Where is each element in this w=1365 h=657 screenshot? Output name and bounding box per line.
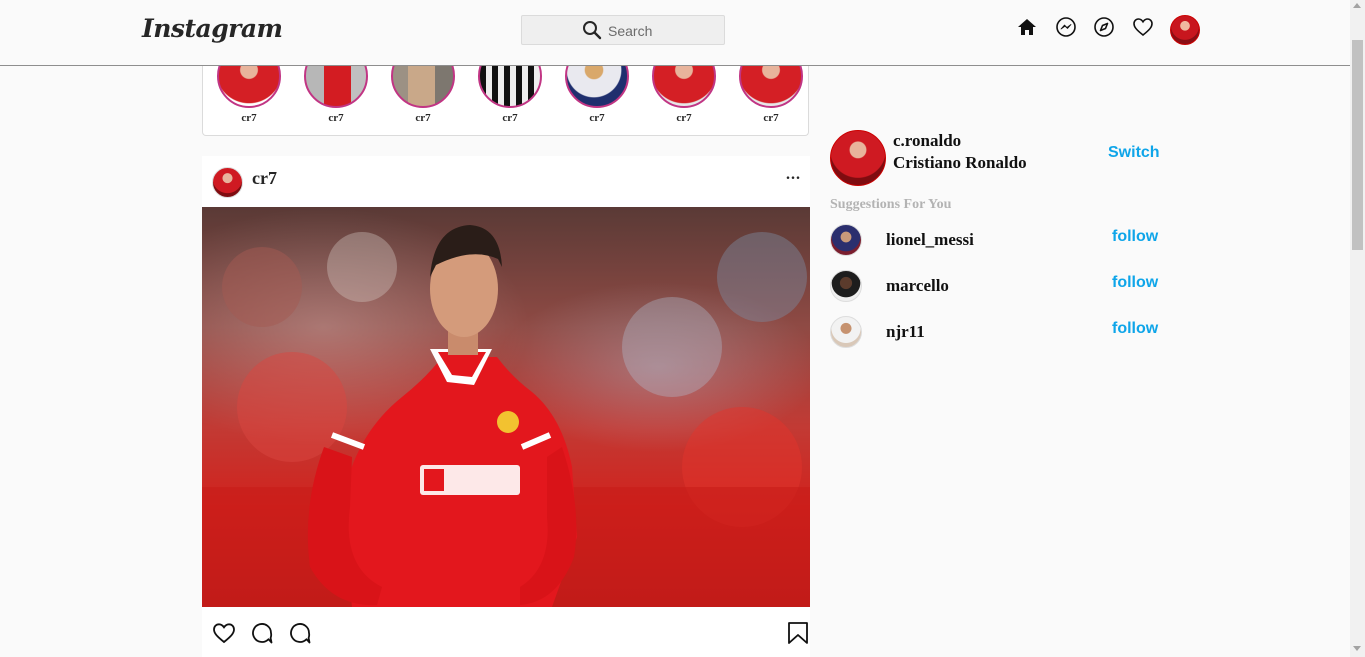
explore-icon[interactable] — [1093, 16, 1115, 38]
suggestion-avatar[interactable] — [830, 224, 862, 256]
story-label: cr7 — [328, 112, 344, 124]
suggestion-avatar[interactable] — [830, 316, 862, 348]
story-item[interactable]: cr7 — [652, 66, 716, 124]
stories-tray: cr7 cr7 cr7 cr7 cr7 cr7 cr7 — [202, 66, 809, 136]
story-avatar — [565, 66, 629, 108]
comment-icon[interactable] — [288, 621, 312, 645]
suggestion-username[interactable]: marcello — [886, 276, 949, 296]
story-avatar — [391, 66, 455, 108]
current-user-username[interactable]: c.ronaldo — [893, 131, 961, 151]
scroll-down-arrow[interactable] — [1353, 646, 1361, 651]
story-item[interactable]: cr7 — [565, 66, 629, 124]
messenger-icon[interactable] — [1055, 16, 1077, 38]
story-avatar — [217, 66, 281, 108]
story-item[interactable]: cr7 — [391, 66, 455, 124]
post-image[interactable] — [202, 207, 810, 607]
top-navbar: Instagram — [0, 0, 1350, 66]
story-label: cr7 — [241, 112, 257, 124]
current-user-avatar[interactable] — [830, 130, 886, 186]
story-label: cr7 — [502, 112, 518, 124]
story-avatar — [478, 66, 542, 108]
profile-avatar[interactable] — [1170, 15, 1200, 45]
story-avatar — [652, 66, 716, 108]
follow-button[interactable]: follow — [1112, 320, 1158, 338]
instagram-logo[interactable]: Instagram — [142, 14, 283, 43]
post-avatar[interactable] — [212, 167, 243, 198]
suggestion-username[interactable]: njr11 — [886, 322, 925, 342]
search-input[interactable] — [608, 21, 718, 41]
suggestion-username[interactable]: lionel_messi — [886, 230, 974, 250]
story-item[interactable]: cr7 — [739, 66, 803, 124]
post-photo — [202, 225, 810, 607]
search-box[interactable] — [521, 15, 725, 45]
comment-icon[interactable] — [250, 621, 274, 645]
scrollbar-thumb[interactable] — [1352, 40, 1363, 250]
story-label: cr7 — [763, 112, 779, 124]
home-icon[interactable] — [1016, 16, 1038, 38]
scroll-up-arrow[interactable] — [1353, 3, 1361, 8]
bookmark-icon[interactable] — [786, 621, 810, 645]
follow-button[interactable]: follow — [1112, 274, 1158, 292]
suggestions-title: Suggestions For You — [830, 197, 952, 212]
story-item[interactable]: cr7 — [304, 66, 368, 124]
story-item[interactable]: cr7 — [217, 66, 281, 124]
more-options-button[interactable]: ... — [786, 166, 801, 184]
current-user-fullname: Cristiano Ronaldo — [893, 153, 1027, 172]
follow-button[interactable]: follow — [1112, 228, 1158, 246]
story-label: cr7 — [676, 112, 692, 124]
like-heart-icon[interactable] — [212, 621, 236, 645]
story-avatar — [739, 66, 803, 108]
story-label: cr7 — [415, 112, 431, 124]
story-label: cr7 — [589, 112, 605, 124]
suggestion-avatar[interactable] — [830, 270, 862, 302]
switch-account-button[interactable]: Switch — [1108, 144, 1160, 162]
story-item[interactable]: cr7 — [478, 66, 542, 124]
post-username[interactable]: cr7 — [252, 168, 277, 189]
feed-post: cr7 ... — [202, 156, 810, 657]
heart-icon[interactable] — [1132, 16, 1154, 38]
search-icon — [583, 21, 602, 40]
story-avatar — [304, 66, 368, 108]
